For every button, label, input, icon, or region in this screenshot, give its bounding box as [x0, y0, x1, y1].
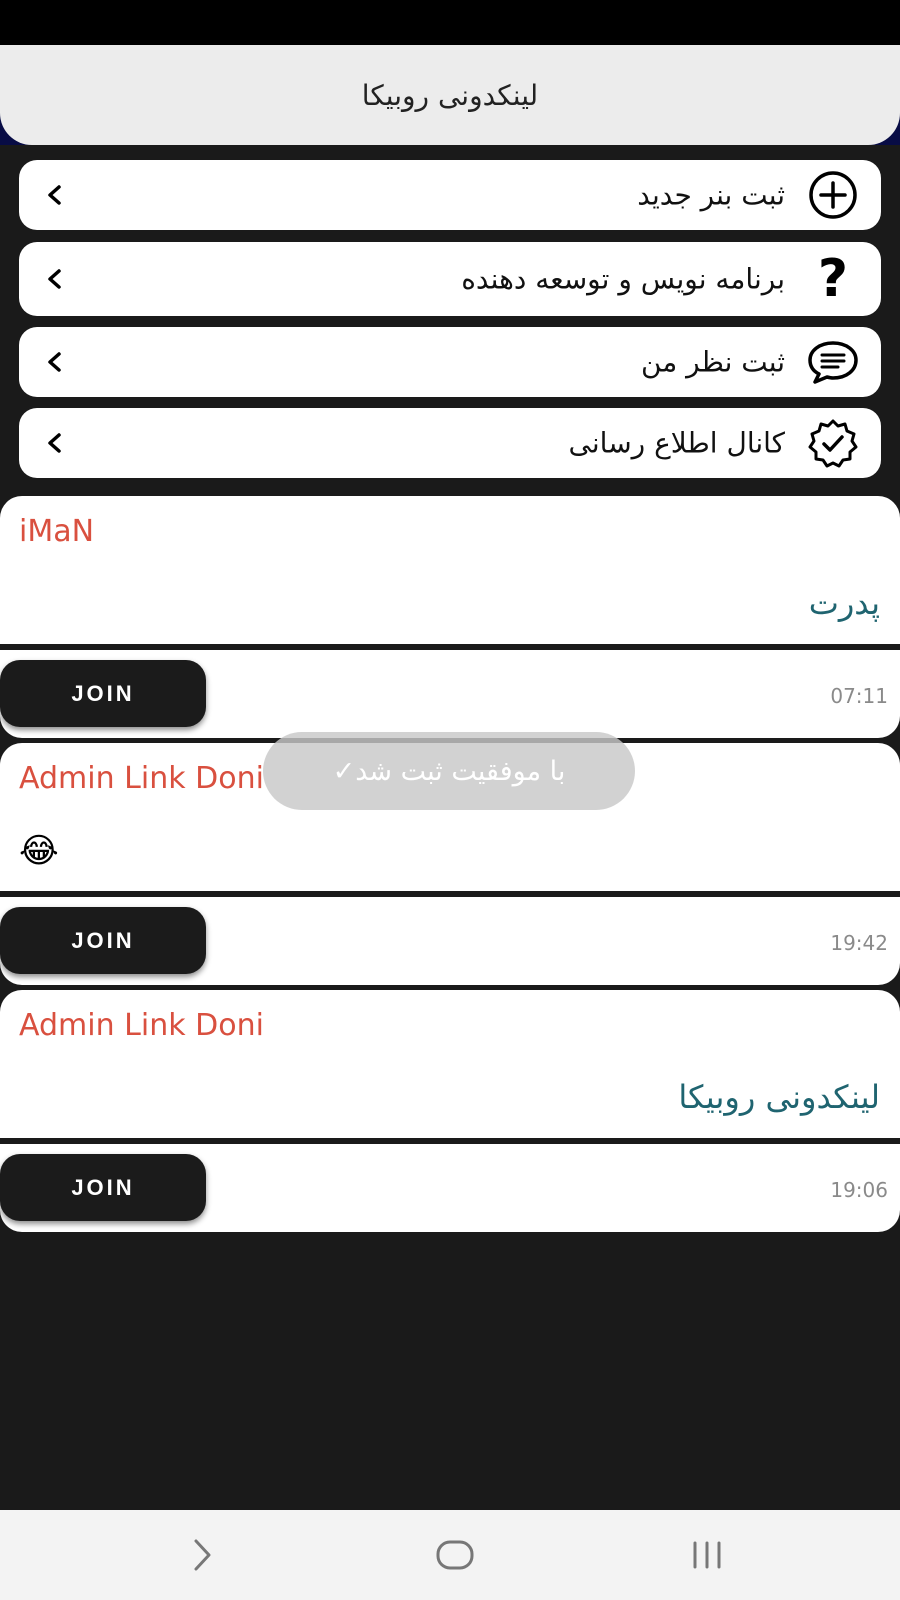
menu-item-news-channel[interactable]: کانال اطلاع رسانی	[19, 408, 881, 478]
message-card: Admin Link Doni لینکدونی روبیکا	[0, 990, 900, 1138]
message-time: 19:42	[830, 931, 888, 955]
message-card: iMaN پدرت	[0, 496, 900, 644]
app-header: لینکدونی روبیکا	[0, 45, 900, 145]
join-button[interactable]: JOIN	[0, 660, 206, 727]
message-author: Admin Link Doni	[19, 761, 264, 796]
message-author: iMaN	[19, 514, 95, 549]
question-mark-icon: ?	[817, 249, 849, 309]
chevron-left-icon	[48, 433, 61, 453]
menu-item-label: کانال اطلاع رسانی	[568, 426, 785, 460]
message-text: پدرت	[808, 584, 880, 622]
menu-item-label: برنامه نویس و توسعه دهنده	[461, 262, 785, 296]
menu-item-new-banner[interactable]: ثبت بنر جدید	[19, 160, 881, 230]
menu-item-developer[interactable]: برنامه نویس و توسعه دهنده ?	[19, 242, 881, 316]
message-actions: JOIN 19:06	[0, 1144, 900, 1232]
join-button[interactable]: JOIN	[0, 1154, 206, 1221]
message-actions: JOIN 19:42	[0, 897, 900, 985]
back-chevron-icon[interactable]	[177, 1532, 227, 1578]
verified-badge-icon	[805, 415, 861, 471]
page-title: لینکدونی روبیکا	[361, 78, 539, 112]
join-button[interactable]: JOIN	[0, 907, 206, 974]
chevron-left-icon	[48, 185, 61, 205]
chevron-left-icon	[48, 269, 61, 289]
laughing-emoji-icon: 😂	[19, 831, 59, 871]
menu-item-label: ثبت نظر من	[640, 345, 785, 379]
recents-icon[interactable]	[682, 1532, 732, 1578]
chat-bubble-icon	[805, 334, 861, 390]
chevron-left-icon	[48, 352, 61, 372]
message-author: Admin Link Doni	[19, 1008, 264, 1043]
message-time: 07:11	[830, 684, 888, 708]
toast-text: با موفقیت ثبت شد✓	[332, 755, 566, 787]
add-circle-icon	[805, 167, 861, 223]
menu-item-label: ثبت بنر جدید	[637, 178, 785, 212]
success-toast: با موفقیت ثبت شد✓	[263, 732, 635, 810]
system-nav-bar	[0, 1510, 900, 1600]
home-icon[interactable]	[430, 1532, 480, 1578]
menu-item-feedback[interactable]: ثبت نظر من	[19, 327, 881, 397]
message-time: 19:06	[830, 1178, 888, 1202]
message-text: لینکدونی روبیکا	[678, 1078, 880, 1116]
message-actions: JOIN 07:11	[0, 650, 900, 738]
status-bar	[0, 0, 900, 45]
